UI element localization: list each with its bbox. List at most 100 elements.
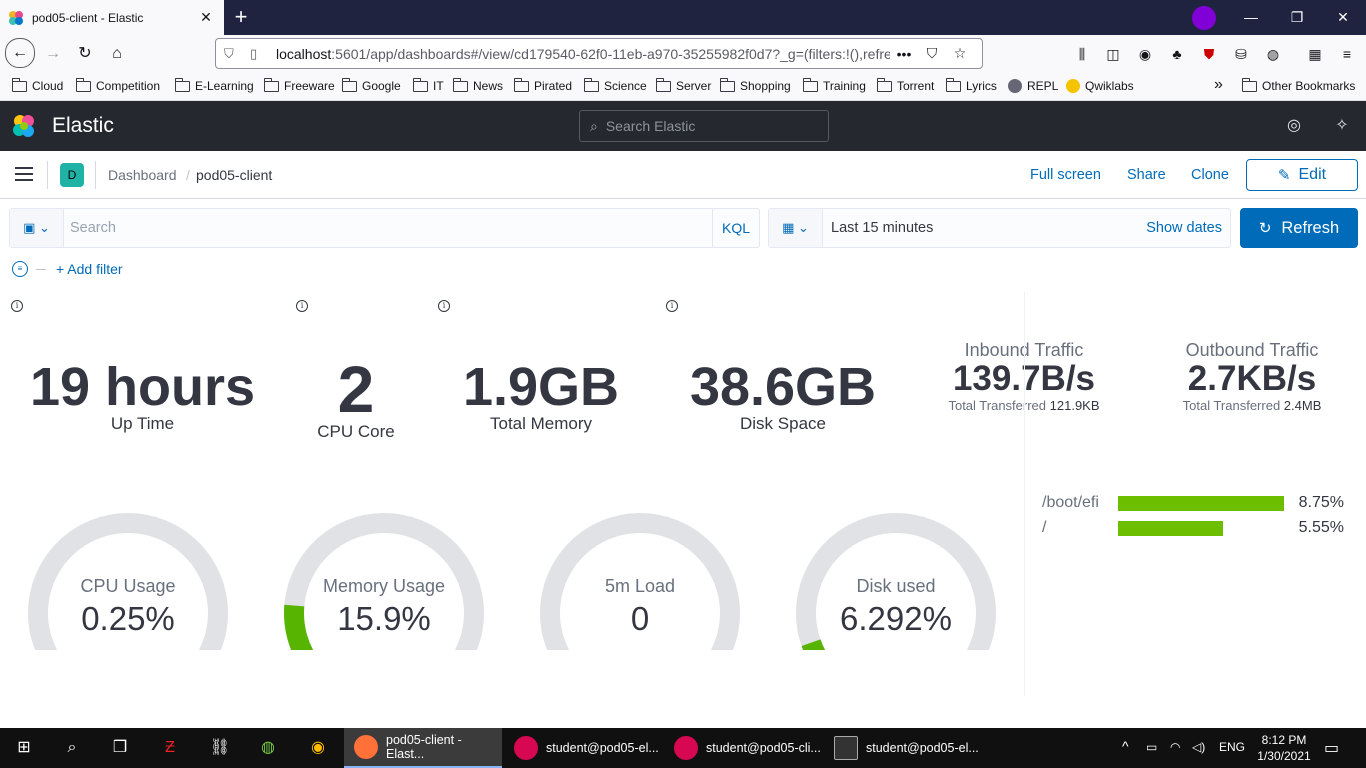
- bookmark-folder[interactable]: Server: [655, 77, 711, 93]
- windows-start-icon[interactable]: ⊞: [12, 736, 36, 760]
- saved-query-menu-button[interactable]: ▣ ⌄: [10, 209, 64, 247]
- close-window-button[interactable]: ✕: [1320, 0, 1366, 35]
- bookmark-folder[interactable]: Cloud: [11, 77, 63, 93]
- language-indicator[interactable]: ENG: [1219, 740, 1245, 754]
- taskbar-terminal[interactable]: student@pod05-el...: [504, 728, 662, 768]
- bookmark-folder[interactable]: Lyrics: [945, 77, 997, 93]
- help-icon[interactable]: ◎: [1284, 116, 1304, 136]
- extension-db-icon[interactable]: ⛁: [1232, 45, 1250, 63]
- outbound-total-value: 2.4MB: [1283, 397, 1322, 413]
- app-name[interactable]: Elastic: [52, 114, 114, 138]
- back-icon[interactable]: ←: [5, 38, 35, 68]
- folder-icon: [1241, 77, 1257, 92]
- quick-select-button[interactable]: ▦ ⌄: [769, 209, 823, 247]
- battery-icon[interactable]: ▭: [1146, 740, 1157, 754]
- taskbar-firefox[interactable]: pod05-client - Elast...: [344, 728, 502, 768]
- minimize-button[interactable]: —: [1228, 0, 1274, 35]
- filesystem-row: /boot/efi 8.75%: [1042, 494, 1352, 512]
- bookmark-folder[interactable]: Torrent: [876, 77, 934, 93]
- info-icon[interactable]: i: [666, 300, 678, 312]
- task-view-icon[interactable]: ❒: [108, 736, 132, 760]
- bookmark-folder[interactable]: Google: [341, 77, 401, 93]
- page-actions-icon[interactable]: •••: [890, 46, 918, 62]
- info-icon[interactable]: i: [296, 300, 308, 312]
- bookmark-folder[interactable]: News: [452, 77, 503, 93]
- new-tab-button[interactable]: +: [228, 4, 254, 30]
- time-picker: ▦ ⌄ Last 15 minutes Show dates: [768, 208, 1231, 248]
- taskbar-terminal[interactable]: student@pod05-el...: [824, 728, 982, 768]
- tray-overflow-icon[interactable]: ^: [1122, 738, 1129, 754]
- global-search-input[interactable]: ⌕ Search Elastic: [579, 110, 829, 142]
- url-bar[interactable]: ⛉ ▯ localhost:5601/app/dashboards#/view/…: [215, 38, 983, 69]
- edit-label: Edit: [1298, 166, 1327, 183]
- outbound-value: 2.7KB/s: [1187, 359, 1317, 398]
- filesystem-bar: [1118, 521, 1224, 536]
- bookmark-folder[interactable]: E-Learning: [174, 77, 254, 93]
- bookmark-folder[interactable]: IT: [412, 77, 444, 93]
- url-host: localhost: [276, 45, 332, 62]
- bookmark-repl[interactable]: REPL: [1008, 79, 1058, 93]
- bookmark-folder[interactable]: Freeware: [263, 77, 335, 93]
- news-feed-icon[interactable]: ✧: [1332, 116, 1352, 136]
- page-info-icon[interactable]: ▯: [250, 46, 266, 62]
- bookmark-star-icon[interactable]: ☆: [946, 45, 974, 62]
- extension-icon[interactable]: ♣: [1168, 45, 1186, 63]
- edit-button[interactable]: ✎ Edit: [1246, 159, 1358, 191]
- network-app-icon[interactable]: ⛓: [208, 736, 232, 760]
- browser-tab-active[interactable]: pod05-client - Elastic ✕: [0, 0, 224, 35]
- bookmark-folder[interactable]: Shopping: [719, 77, 791, 93]
- other-bookmarks[interactable]: Other Bookmarks: [1241, 77, 1355, 93]
- forward-icon[interactable]: →: [39, 40, 67, 68]
- bookmark-folder[interactable]: Training: [802, 77, 866, 93]
- show-dates-button[interactable]: Show dates: [1146, 220, 1222, 236]
- query-input[interactable]: Search: [70, 220, 116, 236]
- tracking-shield-icon[interactable]: ⛉: [224, 46, 240, 62]
- bookmark-folder[interactable]: Science: [583, 77, 647, 93]
- time-range-label[interactable]: Last 15 minutes: [831, 220, 933, 236]
- bookmark-folder[interactable]: Competition: [75, 77, 160, 93]
- add-filter-button[interactable]: + Add filter: [56, 261, 123, 277]
- bookmark-folder[interactable]: Pirated: [513, 77, 572, 93]
- kql-toggle-button[interactable]: KQL: [712, 209, 759, 247]
- extensions-grid-icon[interactable]: ▦: [1306, 45, 1324, 63]
- filter-options-icon[interactable]: ≡: [12, 261, 28, 277]
- url-text[interactable]: localhost:5601/app/dashboards#/view/cd17…: [276, 46, 890, 62]
- info-icon[interactable]: i: [11, 300, 23, 312]
- library-icon[interactable]: ⫼: [1073, 45, 1091, 63]
- reload-icon[interactable]: ↻: [71, 40, 99, 68]
- notifications-icon[interactable]: ▭: [1324, 738, 1339, 758]
- breadcrumb-dashboard[interactable]: Dashboard: [108, 167, 177, 183]
- globe-app-icon[interactable]: ◍: [256, 736, 280, 760]
- extension-globe-icon[interactable]: ◍: [1264, 45, 1282, 63]
- wifi-icon[interactable]: ◠: [1170, 740, 1180, 754]
- pocket-icon[interactable]: ⛉: [918, 45, 946, 62]
- space-avatar[interactable]: D: [60, 163, 84, 187]
- taskbar-terminal[interactable]: student@pod05-cli...: [664, 728, 822, 768]
- menu-toggle-icon[interactable]: [15, 167, 33, 181]
- bookmark-qwiklabs[interactable]: Qwiklabs: [1066, 79, 1134, 93]
- search-icon[interactable]: ⌕: [60, 736, 84, 760]
- clone-button[interactable]: Clone: [1191, 167, 1229, 183]
- share-button[interactable]: Share: [1127, 167, 1166, 183]
- clock[interactable]: 8:12 PM 1/30/2021: [1254, 732, 1314, 764]
- gauge-value: 0.25%: [81, 600, 175, 637]
- restore-button[interactable]: ❐: [1274, 0, 1320, 35]
- chrome-icon[interactable]: ◉: [306, 736, 330, 760]
- bookmarks-overflow-icon[interactable]: »: [1214, 76, 1223, 94]
- tab-close-icon[interactable]: ✕: [196, 9, 216, 26]
- menu-icon[interactable]: ≡: [1338, 45, 1356, 63]
- ublock-icon[interactable]: ⛊: [1200, 45, 1218, 63]
- filezilla-icon[interactable]: Ƶ: [158, 736, 182, 760]
- full-screen-button[interactable]: Full screen: [1030, 167, 1101, 183]
- folder-icon: [452, 77, 468, 92]
- cpu-core-metric: 2 CPU Core: [296, 356, 416, 442]
- account-icon[interactable]: ◉: [1136, 45, 1154, 63]
- debian-icon: [674, 736, 698, 760]
- elastic-logo-icon[interactable]: [11, 113, 37, 139]
- folder-icon: [655, 77, 671, 92]
- refresh-button[interactable]: ↻ Refresh: [1240, 208, 1358, 248]
- home-icon[interactable]: ⌂: [103, 40, 131, 68]
- sidebar-icon[interactable]: ◫: [1104, 45, 1122, 63]
- info-icon[interactable]: i: [438, 300, 450, 312]
- volume-icon[interactable]: ◁): [1192, 740, 1205, 754]
